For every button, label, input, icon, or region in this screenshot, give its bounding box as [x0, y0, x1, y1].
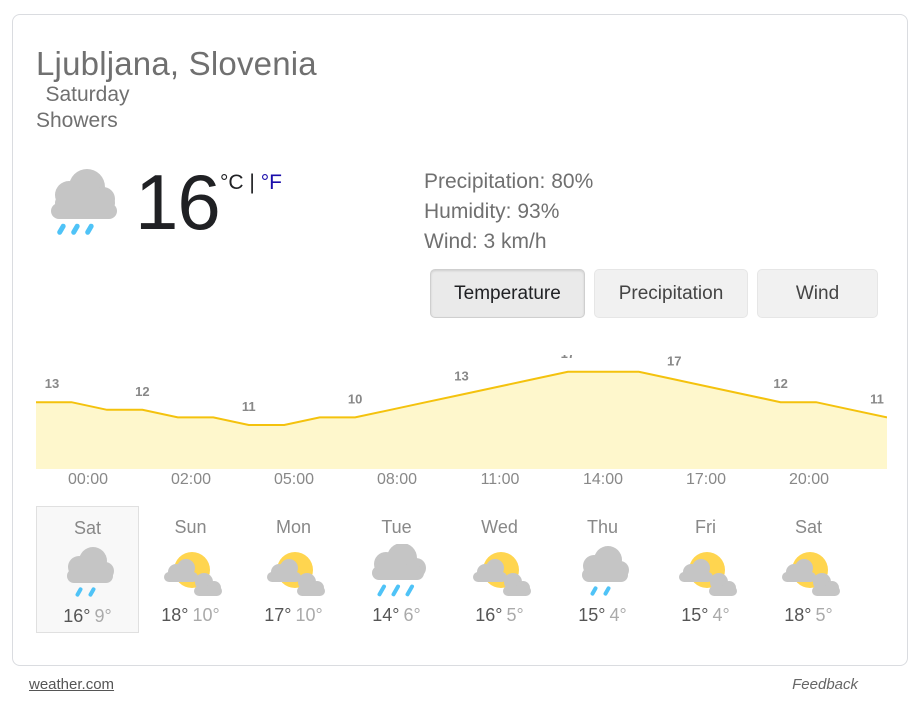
tab-temperature[interactable]: Temperature: [430, 269, 585, 318]
forecast-low: 4°: [712, 605, 730, 625]
forecast-day-mon[interactable]: Mon 17° 10°: [242, 506, 345, 633]
forecast-day-fri[interactable]: Fri 15° 4°: [654, 506, 757, 633]
partly-cloudy-icon: [261, 544, 327, 600]
forecast-day-sat[interactable]: Sat 18° 5°: [757, 506, 860, 633]
temperature-label: 11: [870, 391, 884, 406]
forecast-temps: 14° 6°: [345, 605, 448, 626]
temperature-label: 12: [135, 384, 149, 399]
weather-details: Precipitation: 80% Humidity: 93% Wind: 3…: [424, 167, 593, 257]
tab-wind[interactable]: Wind: [757, 269, 878, 318]
partly-cloudy-icon: [776, 544, 842, 600]
celsius-unit[interactable]: °C: [220, 171, 244, 194]
forecast-day-sat[interactable]: Sat 16° 9°: [36, 506, 139, 633]
forecast-day-thu[interactable]: Thu 15° 4°: [551, 506, 654, 633]
forecast-temps: 16° 5°: [448, 605, 551, 626]
temperature-label: 17: [561, 355, 575, 361]
forecast-day-wed[interactable]: Wed 16° 5°: [448, 506, 551, 633]
temperature-label: 10: [348, 391, 362, 406]
heavy-rain-icon: [364, 543, 430, 600]
forecast-day-tue[interactable]: Tue 14° 6°: [345, 506, 448, 633]
temperature-label: 13: [45, 376, 59, 391]
forecast-low: 5°: [815, 605, 833, 625]
forecast-high: 17°: [264, 605, 292, 625]
hour-tick: 08:00: [376, 471, 418, 488]
hour-tick: 00:00: [67, 471, 109, 488]
hour-tick: 02:00: [170, 471, 212, 488]
forecast-high: 18°: [784, 605, 812, 625]
forecast-high: 16°: [475, 605, 503, 625]
unit-separator: |: [243, 171, 261, 194]
forecast-day-name: Mon: [275, 517, 311, 537]
forecast-day-name: Sat: [73, 518, 102, 538]
source-link[interactable]: weather.com: [29, 676, 114, 693]
forecast-low: 5°: [506, 605, 524, 625]
hour-tick: 20:00: [788, 471, 830, 488]
temperature-chart: 13 12 11 10 13 17 17 12 11: [36, 346, 888, 475]
forecast-day-name: Sun: [174, 517, 207, 537]
hour-tick: 05:00: [273, 471, 315, 488]
feedback-link[interactable]: Feedback: [792, 676, 858, 693]
forecast-day-name: Fri: [695, 517, 716, 537]
forecast-low: 6°: [403, 605, 421, 625]
location-title: Ljubljana, Slovenia: [36, 45, 317, 82]
fahrenheit-unit[interactable]: °F: [261, 171, 282, 194]
partly-cloudy-icon: [158, 544, 224, 600]
forecast-high: 15°: [681, 605, 709, 625]
forecast-temps: 18° 10°: [139, 605, 242, 626]
chart-tabs: Temperature Precipitation Wind: [430, 269, 878, 318]
forecast-temps: 18° 5°: [757, 605, 860, 626]
forecast-day-name: Sat: [794, 517, 823, 537]
partly-cloudy-icon: [673, 544, 739, 600]
forecast-day-name: Wed: [481, 517, 518, 537]
partly-cloudy-icon: [467, 544, 533, 600]
forecast-day-name: Tue: [381, 517, 412, 537]
unit-toggle: °C | °F: [220, 171, 282, 195]
weather-card: Ljubljana, Slovenia Saturday Showers 16 …: [12, 14, 908, 666]
forecast-high: 14°: [372, 605, 400, 625]
forecast-low: 4°: [609, 605, 627, 625]
forecast-day-sun[interactable]: Sun 18° 10°: [139, 506, 242, 633]
forecast-high: 15°: [578, 605, 606, 625]
hour-tick: 11:00: [480, 471, 520, 488]
forecast-high: 16°: [63, 606, 91, 626]
humidity-detail: Humidity: 93%: [424, 200, 560, 223]
forecast-low: 10°: [192, 605, 220, 625]
daily-forecast: Sat 16° 9° Sun 18° 10° Mon 17° 10° Tue 14° 6° Wed 16°…: [36, 506, 896, 634]
temperature-label: 17: [667, 355, 681, 368]
hour-axis: 00:00 02:00 05:00 08:00 11:00 14:00 17:00 20:00: [36, 471, 887, 495]
rain-showers-icon: [55, 545, 121, 601]
current-temperature: 16: [135, 158, 221, 246]
forecast-temps: 16° 9°: [37, 606, 138, 627]
condition-label: Showers: [36, 109, 118, 132]
forecast-low: 10°: [295, 605, 323, 625]
temperature-label: 13: [454, 369, 468, 384]
forecast-temps: 15° 4°: [654, 605, 757, 626]
forecast-day-name: Thu: [586, 517, 619, 537]
forecast-temps: 15° 4°: [551, 605, 654, 626]
temperature-area: [36, 371, 887, 469]
forecast-high: 18°: [161, 605, 189, 625]
forecast-low: 9°: [94, 606, 112, 626]
forecast-temps: 17° 10°: [242, 605, 345, 626]
rain-showers-icon: [51, 169, 117, 235]
rain-showers-icon: [570, 544, 636, 600]
hour-tick: 17:00: [685, 471, 727, 488]
precipitation-detail: Precipitation: 80%: [424, 170, 594, 193]
wind-detail: Wind: 3 km/h: [424, 230, 547, 253]
temperature-label: 12: [773, 376, 787, 391]
hour-tick: 14:00: [582, 471, 624, 488]
temperature-label: 11: [242, 399, 256, 414]
tab-precipitation[interactable]: Precipitation: [594, 269, 748, 318]
